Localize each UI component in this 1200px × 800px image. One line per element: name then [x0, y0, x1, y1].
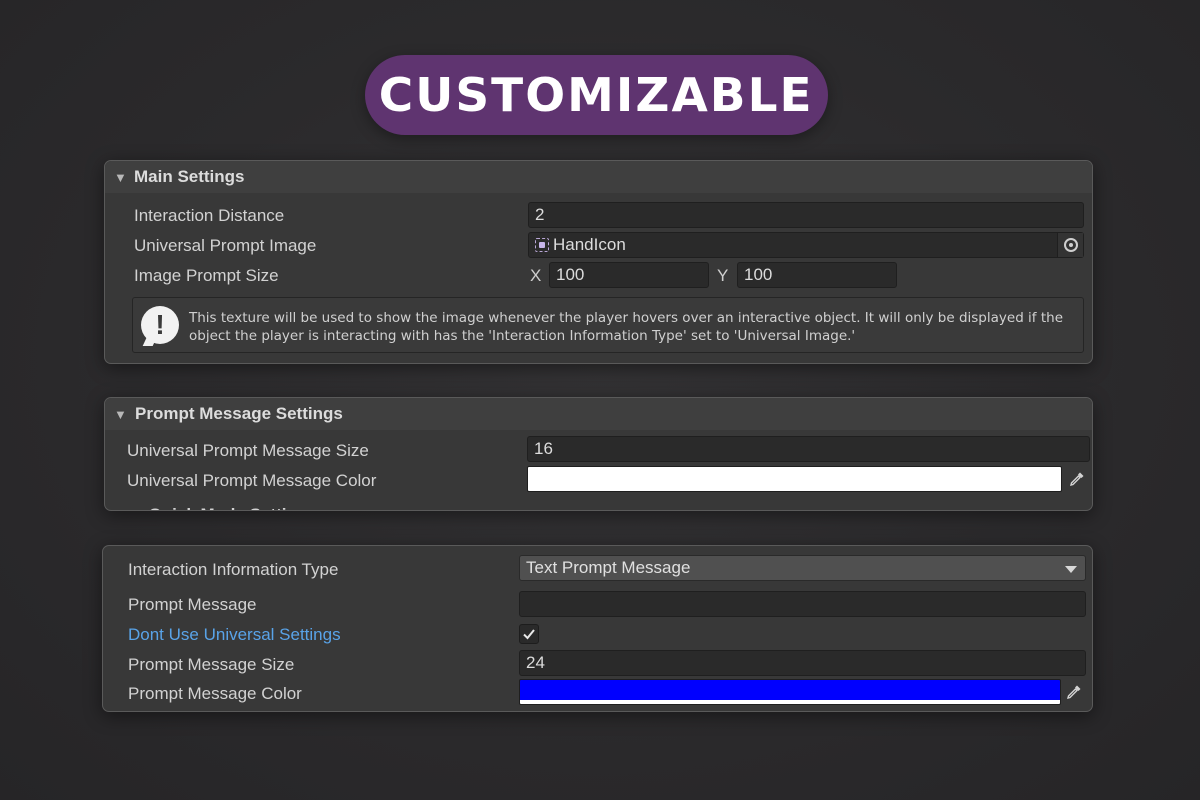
image-prompt-size-x-value: 100 [556, 265, 585, 284]
interaction-distance-label: Interaction Distance [134, 206, 285, 225]
prompt-message-size-value: 24 [526, 653, 545, 672]
interaction-information-type-dropdown[interactable]: Text Prompt Message [519, 555, 1086, 581]
universal-prompt-message-size-label: Universal Prompt Message Size [127, 441, 369, 460]
main-settings-title: Main Settings [134, 167, 245, 186]
help-text: This texture will be used to show the im… [189, 310, 1064, 344]
universal-prompt-message-color-field[interactable] [527, 466, 1062, 492]
image-prompt-size-y-field[interactable]: 100 [737, 262, 897, 288]
eyedropper-icon [1070, 472, 1084, 486]
object-picker-icon [1063, 238, 1078, 252]
dropdown-arrow-icon [1065, 566, 1077, 573]
interaction-information-type-value: Text Prompt Message [526, 558, 691, 577]
prompt-message-size-label: Prompt Message Size [128, 655, 295, 674]
prompt-message-settings-header[interactable]: ▼ Prompt Message Settings [105, 398, 1092, 430]
universal-prompt-message-color-label: Universal Prompt Message Color [127, 471, 377, 490]
x-axis-label[interactable]: X [530, 266, 541, 286]
prompt-message-label: Prompt Message [128, 595, 257, 614]
universal-prompt-image-value: HandIcon [553, 235, 626, 254]
eyedropper-button[interactable] [1061, 679, 1087, 705]
title-banner: CUSTOMIZABLE [365, 55, 828, 135]
prompt-message-settings-title: Prompt Message Settings [135, 404, 343, 423]
prompt-message-size-field[interactable]: 24 [519, 650, 1086, 676]
prompt-message-color-label: Prompt Message Color [128, 684, 302, 703]
interaction-distance-field[interactable]: 2 [528, 202, 1084, 228]
interaction-information-type-label: Interaction Information Type [128, 560, 339, 579]
checkmark-icon [523, 629, 535, 640]
main-settings-panel: ▼ Main Settings Interaction Distance 2 U… [104, 160, 1093, 364]
image-prompt-size-y-value: 100 [744, 265, 773, 284]
object-interaction-settings-panel: Interaction Information Type Text Prompt… [102, 545, 1093, 712]
y-axis-label[interactable]: Y [717, 266, 728, 286]
cut-off-section-header: ▼ Quick Mode Settings [127, 505, 317, 510]
eyedropper-button[interactable] [1064, 466, 1090, 492]
alpha-bar [520, 700, 1060, 704]
info-icon: ! [141, 306, 179, 344]
universal-prompt-image-label: Universal Prompt Image [134, 236, 317, 255]
prompt-message-field[interactable] [519, 591, 1086, 617]
dont-use-universal-settings-checkbox[interactable] [519, 624, 539, 644]
main-settings-header[interactable]: ▼ Main Settings [105, 161, 1092, 193]
foldout-arrow-icon[interactable]: ▼ [114, 407, 127, 422]
image-prompt-size-label: Image Prompt Size [134, 266, 279, 285]
image-prompt-size-x-field[interactable]: 100 [549, 262, 709, 288]
foldout-arrow-icon[interactable]: ▼ [114, 170, 127, 185]
banner-title: CUSTOMIZABLE [379, 68, 814, 122]
prompt-message-settings-panel: ▼ Prompt Message Settings Universal Prom… [104, 397, 1093, 511]
universal-prompt-image-field[interactable]: HandIcon [528, 232, 1084, 258]
object-picker-button[interactable] [1057, 233, 1083, 257]
eyedropper-icon [1067, 685, 1081, 699]
interaction-distance-value: 2 [535, 205, 545, 224]
help-box: ! This texture will be used to show the … [132, 297, 1084, 353]
object-field-icon [535, 238, 549, 252]
universal-prompt-message-size-field[interactable]: 16 [527, 436, 1090, 462]
prompt-message-color-field[interactable] [519, 679, 1061, 705]
universal-prompt-message-size-value: 16 [534, 439, 553, 458]
color-swatch-fill [520, 680, 1060, 700]
dont-use-universal-settings-label: Dont Use Universal Settings [128, 625, 341, 644]
